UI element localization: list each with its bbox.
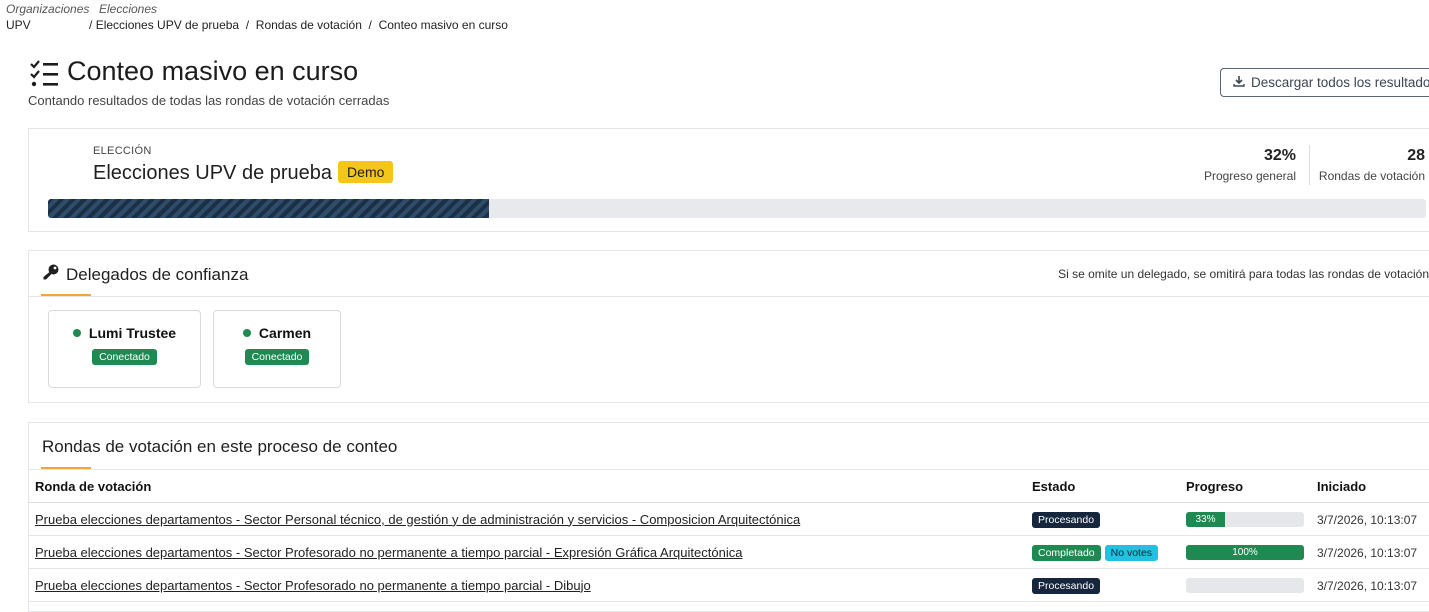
election-label: ELECCIÓN xyxy=(93,145,152,157)
voting-rounds-card: Rondas de votación en este proceso de co… xyxy=(28,422,1429,612)
delegates-note: Si se omite un delegado, se omitirá para… xyxy=(1058,267,1429,281)
table-row: Prueba elecciones departamentos - Sector… xyxy=(29,568,1429,602)
started-date: 3/7/2026, 10:13:07 xyxy=(1317,545,1418,560)
key-icon xyxy=(42,263,60,286)
status-dot-icon xyxy=(72,329,81,337)
overall-progress-fill xyxy=(48,199,489,218)
rounds-count-stat: 28 Rondas de votación xyxy=(1319,147,1425,183)
round-link[interactable]: Prueba elecciones departamentos - Sector… xyxy=(35,512,800,527)
overall-progress-value: 32% xyxy=(1263,147,1296,164)
breadcrumb-link-election[interactable]: Elecciones UPV de prueba xyxy=(96,18,239,32)
breadcrumb-separator: / xyxy=(89,18,93,32)
rounds-header: Rondas de votación en este proceso de co… xyxy=(42,437,397,457)
breadcrumb-link-organization[interactable]: UPV xyxy=(6,18,31,32)
started-date: 3/7/2026, 10:13:07 xyxy=(1317,512,1418,527)
overall-progress-bar xyxy=(48,199,1426,218)
column-header-started[interactable]: Iniciado xyxy=(1317,469,1429,503)
round-link[interactable]: Prueba elecciones departamentos - Sector… xyxy=(35,545,742,560)
column-header-progress[interactable]: Progreso xyxy=(1186,469,1317,503)
rounds-table: Ronda de votación Estado Progreso Inicia… xyxy=(29,469,1429,602)
connected-badge: Conectado xyxy=(92,349,157,365)
breadcrumb-separator: / xyxy=(245,18,250,32)
table-row: Prueba elecciones departamentos - Sector… xyxy=(29,535,1429,569)
no-votes-badge: No votes xyxy=(1104,544,1159,561)
delegate-name: Carmen xyxy=(258,325,312,341)
overall-progress-label: Progreso general xyxy=(1203,169,1296,183)
round-link[interactable]: Prueba elecciones departamentos - Sector… xyxy=(35,578,591,593)
section-separator xyxy=(29,296,1429,297)
round-progress-bar: 100% xyxy=(1186,544,1304,560)
status-badge: Procesando xyxy=(1032,577,1101,594)
rounds-count-value: 28 xyxy=(1407,147,1425,164)
election-name-row: Elecciones UPV de prueba Demo xyxy=(93,161,394,185)
column-header-round[interactable]: Ronda de votación xyxy=(29,469,1032,503)
rounds-title: Rondas de votación en este proceso de co… xyxy=(42,437,398,456)
delegates-title: Delegados de confianza xyxy=(66,264,249,284)
page-subtitle: Contando resultados de todas las rondas … xyxy=(28,93,390,108)
started-date: 3/7/2026, 10:13:07 xyxy=(1317,578,1418,593)
connected-badge: Conectado xyxy=(244,349,310,365)
delegate-card[interactable]: Lumi Trustee Conectado xyxy=(48,310,201,388)
breadcrumb-current: Conteo masivo en curso xyxy=(378,18,508,32)
rounds-count-label: Rondas de votación xyxy=(1318,169,1425,183)
status-badge: Procesando xyxy=(1032,511,1101,528)
stat-divider xyxy=(1309,145,1310,185)
status-badge: Completado xyxy=(1032,544,1101,561)
delegate-card[interactable]: Carmen Conectado xyxy=(213,310,341,388)
demo-badge: Demo xyxy=(338,161,394,183)
overall-progress-stat: 32% Progreso general xyxy=(1204,147,1296,183)
status-dot-icon xyxy=(242,329,251,337)
round-progress-bar: 33% xyxy=(1186,511,1304,527)
column-header-status[interactable]: Estado xyxy=(1032,469,1186,503)
breadcrumb-category-elections: Elecciones xyxy=(99,2,158,16)
election-summary-card: ELECCIÓN Elecciones UPV de prueba Demo 32… xyxy=(28,128,1429,232)
trusted-delegates-card: Delegados de confianza Si se omite un de… xyxy=(28,250,1429,403)
round-progress-bar xyxy=(1186,577,1304,593)
election-name: Elecciones UPV de prueba xyxy=(93,162,333,184)
breadcrumb-category-organizations: Organizaciones xyxy=(6,2,90,16)
delegates-header: Delegados de confianza xyxy=(42,263,248,286)
download-all-results-button[interactable]: Descargar todos los resultados xyxy=(1220,68,1429,97)
breadcrumb-separator: / xyxy=(368,18,372,32)
breadcrumb-link-rounds[interactable]: Rondas de votación xyxy=(256,18,362,32)
download-icon xyxy=(1233,75,1245,90)
round-progress-text: 100% xyxy=(1232,546,1258,558)
delegate-name: Lumi Trustee xyxy=(88,325,177,341)
page-title: Conteo masivo en curso xyxy=(67,56,359,86)
download-button-label: Descargar todos los resultados xyxy=(1251,75,1429,90)
table-row: Prueba elecciones departamentos - Sector… xyxy=(29,502,1429,536)
round-progress-text: 33% xyxy=(1195,513,1216,525)
table-header-row: Ronda de votación Estado Progreso Inicia… xyxy=(29,469,1429,503)
checklist-icon xyxy=(30,60,60,88)
